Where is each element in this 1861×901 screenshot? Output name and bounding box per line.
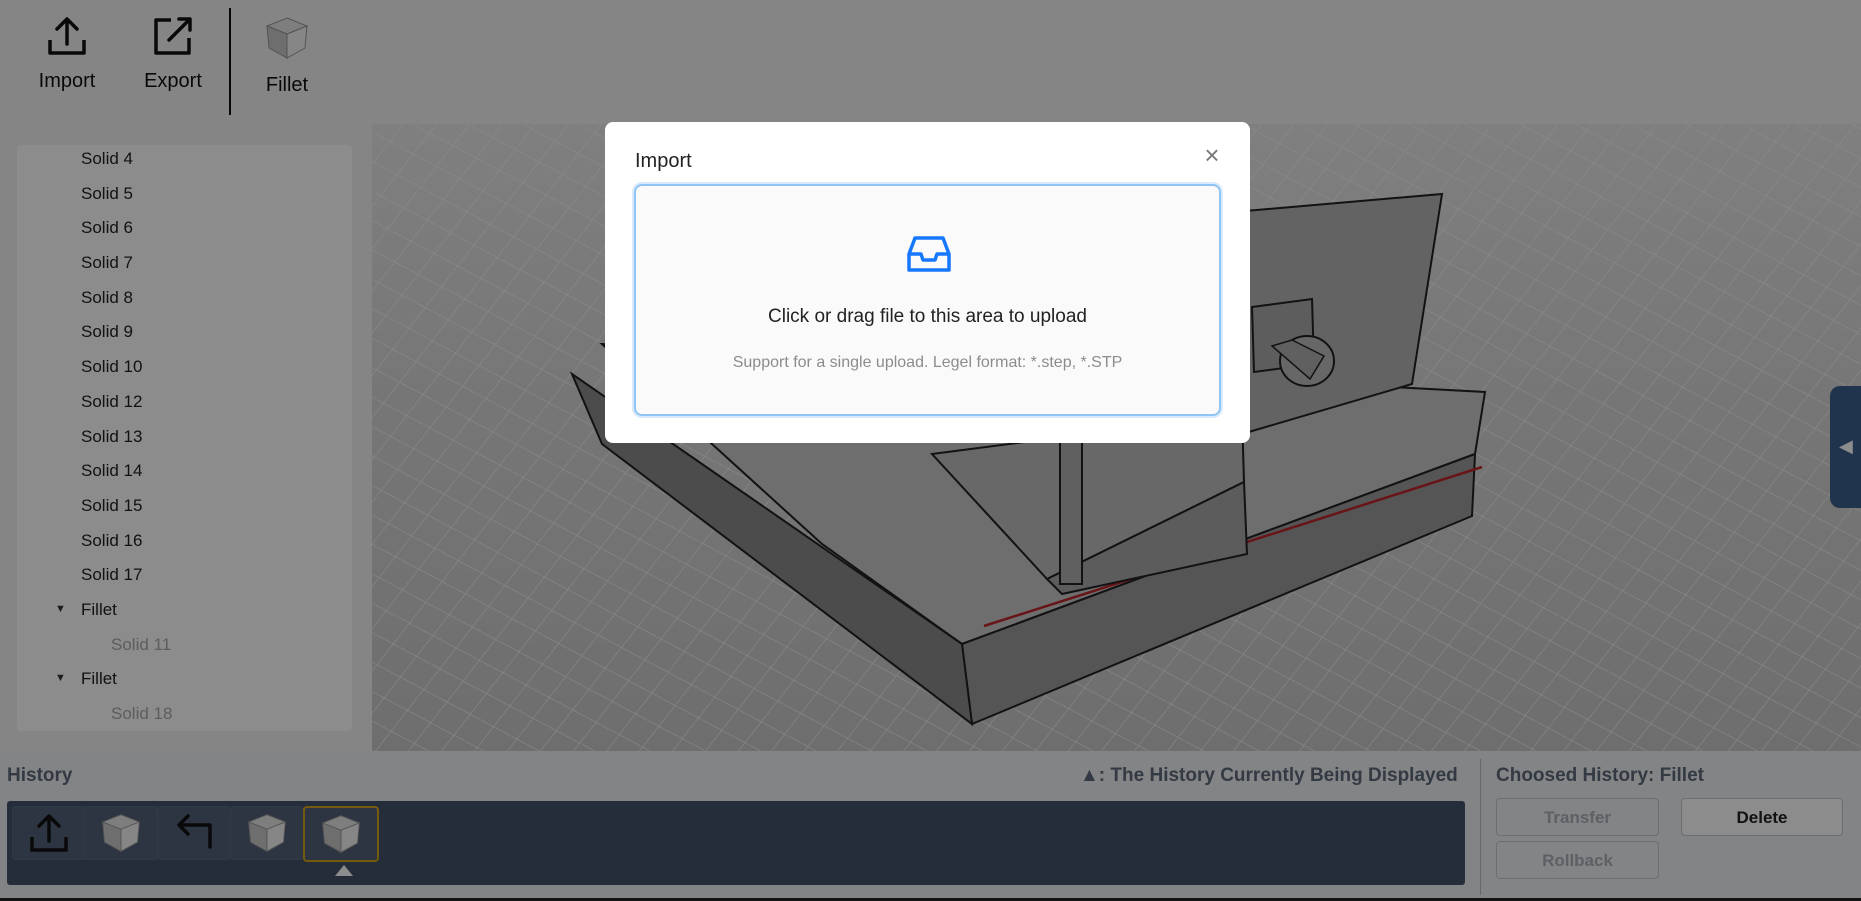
close-icon[interactable]: × (1200, 142, 1224, 168)
modal-title: Import (635, 150, 692, 172)
upload-hint: Support for a single upload. Legel forma… (732, 354, 1123, 371)
inbox-icon (907, 236, 951, 272)
upload-text: Click or drag file to this area to uploa… (768, 306, 1087, 327)
upload-dropzone[interactable]: Click or drag file to this area to uploa… (634, 184, 1221, 416)
import-modal: Import × Click or drag file to this area… (605, 122, 1250, 443)
